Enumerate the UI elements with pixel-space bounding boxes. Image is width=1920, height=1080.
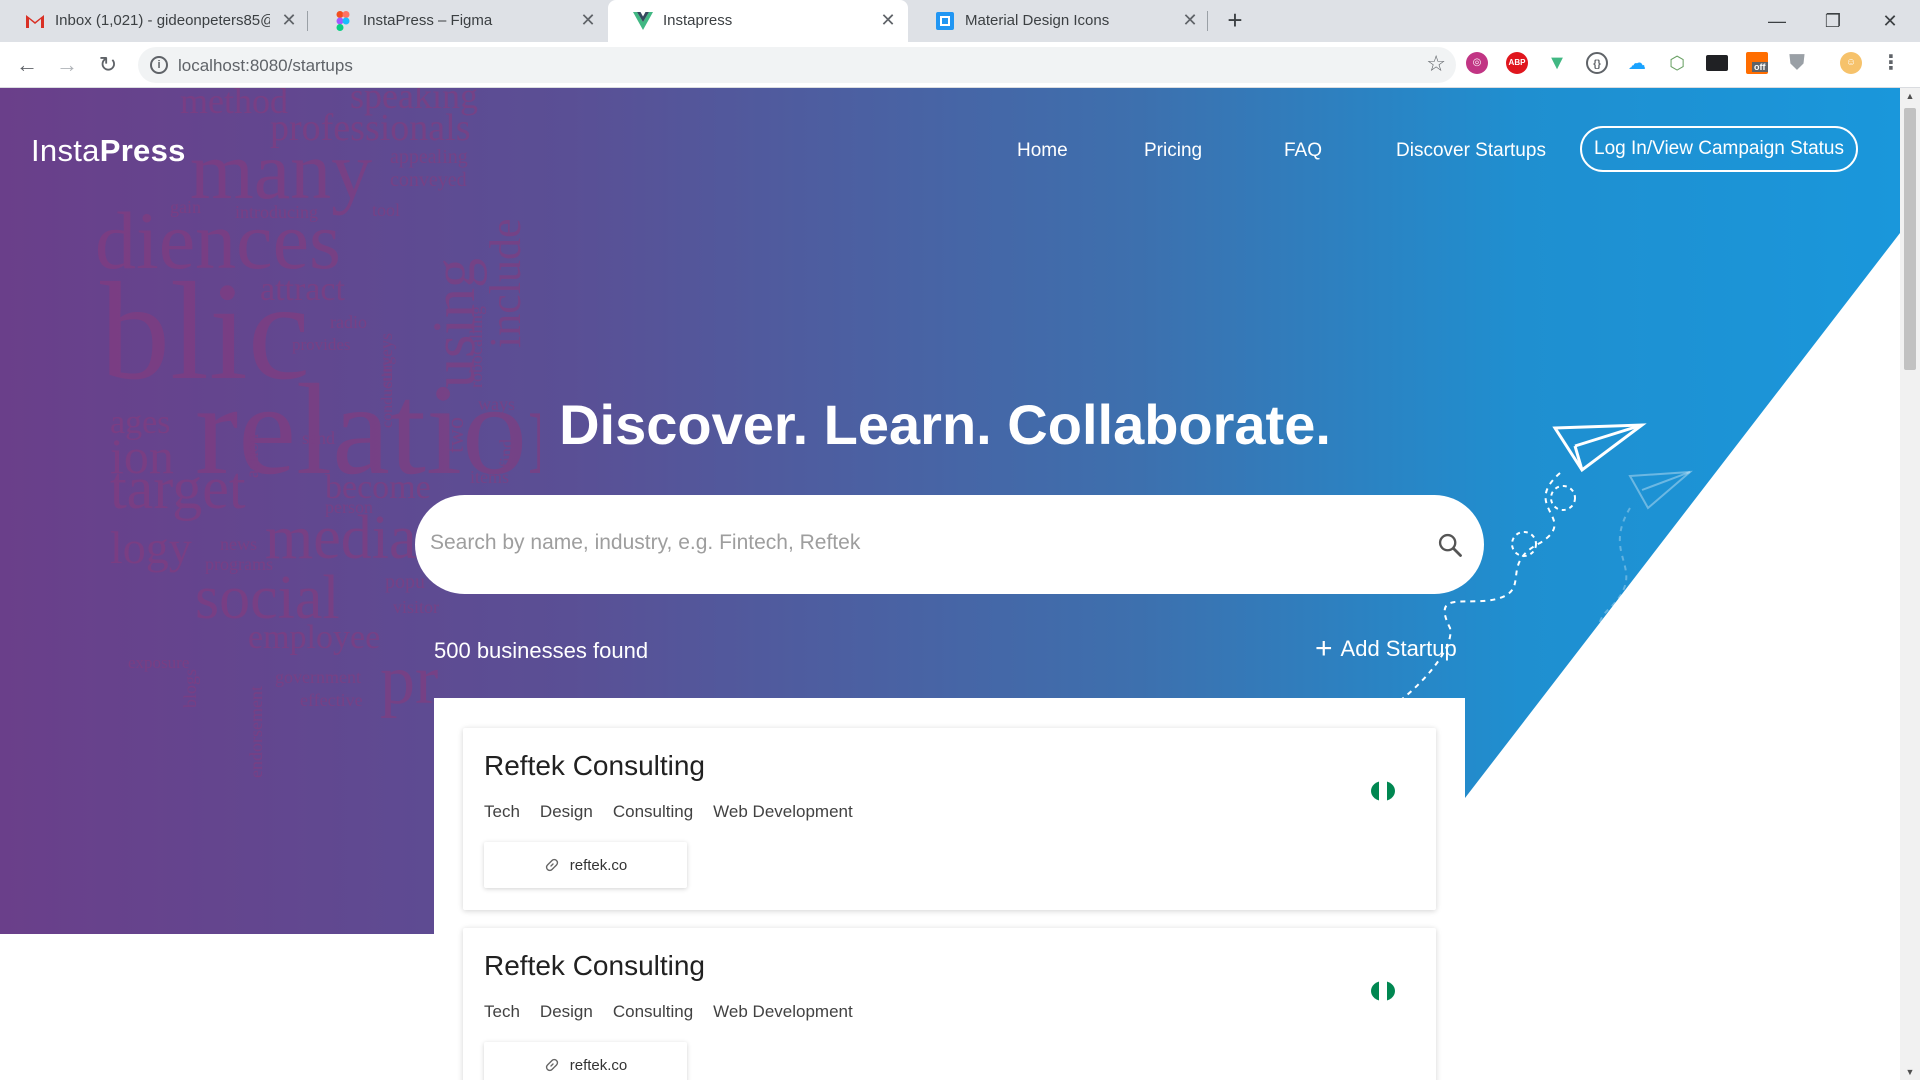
figma-icon bbox=[333, 11, 353, 31]
website-link[interactable]: reftek.co bbox=[484, 842, 687, 888]
tag: Design bbox=[539, 802, 593, 821]
nodejs-icon[interactable]: ⬡ bbox=[1666, 52, 1688, 74]
vue-icon bbox=[633, 11, 653, 31]
startup-tags: Tech Design Consulting Web Development bbox=[484, 1002, 853, 1022]
tab-title: Material Design Icons bbox=[965, 12, 1110, 29]
search-input[interactable] bbox=[430, 523, 1390, 563]
nav-faq[interactable]: FAQ bbox=[1284, 140, 1322, 162]
close-icon[interactable]: ✕ bbox=[578, 10, 598, 30]
adblock-icon[interactable]: ABP bbox=[1506, 52, 1528, 74]
startup-tags: Tech Design Consulting Web Development bbox=[484, 802, 853, 822]
flight-path-loop bbox=[1511, 531, 1537, 557]
startup-name[interactable]: Reftek Consulting bbox=[484, 750, 705, 782]
off-badge-icon[interactable]: off bbox=[1746, 52, 1768, 74]
startup-card[interactable]: Reftek Consulting Tech Design Consulting… bbox=[463, 728, 1436, 910]
minimize-icon[interactable]: — bbox=[1762, 6, 1792, 36]
mdi-icon bbox=[935, 11, 955, 31]
tag: Tech bbox=[484, 802, 520, 821]
scroll-down-icon[interactable]: ▼ bbox=[1900, 1064, 1920, 1080]
paper-plane-faint-icon bbox=[1628, 470, 1693, 510]
nav-pricing[interactable]: Pricing bbox=[1144, 140, 1202, 162]
gmail-icon bbox=[25, 11, 45, 31]
avatar[interactable]: ☺ bbox=[1840, 52, 1862, 74]
bookmark-star-icon[interactable]: ☆ bbox=[1426, 51, 1446, 77]
nav-discover-startups[interactable]: Discover Startups bbox=[1396, 140, 1546, 162]
tag: Consulting bbox=[612, 1002, 694, 1021]
cloud-icon[interactable]: ☁ bbox=[1626, 52, 1648, 74]
tab-instapress[interactable]: Instapress ✕ bbox=[608, 0, 908, 42]
nigeria-flag-icon bbox=[1371, 781, 1395, 801]
menu-dots-icon[interactable]: ⋮ bbox=[1880, 52, 1902, 74]
window-close-icon[interactable]: ✕ bbox=[1875, 6, 1905, 36]
tag: Web Development bbox=[713, 802, 853, 821]
logo-bold-text: Press bbox=[99, 133, 186, 168]
extension-badge: off bbox=[1752, 62, 1768, 72]
tab-figma[interactable]: InstaPress – Figma ✕ bbox=[308, 0, 606, 42]
logo-light-text: Insta bbox=[31, 133, 100, 168]
search-bar bbox=[415, 495, 1484, 594]
nigeria-flag-icon bbox=[1371, 981, 1395, 1001]
browser-tabbar: Inbox (1,021) - gideonpeters85@ ✕ InstaP… bbox=[0, 0, 1920, 42]
tab-divider bbox=[1207, 11, 1208, 31]
website-url: reftek.co bbox=[569, 856, 628, 874]
close-icon[interactable]: ✕ bbox=[1180, 10, 1200, 30]
tab-material-icons[interactable]: Material Design Icons ✕ bbox=[910, 0, 1208, 42]
instapress-logo[interactable]: InstaPress bbox=[31, 133, 186, 169]
maximize-icon[interactable]: ❐ bbox=[1818, 6, 1848, 36]
white-diagonal-shape bbox=[1465, 233, 1900, 934]
website-link[interactable]: reftek.co bbox=[484, 1042, 687, 1080]
hero-headline: Discover. Learn. Collaborate. bbox=[559, 393, 1331, 456]
add-startup-button[interactable]: + Add Startup bbox=[1315, 632, 1457, 665]
page-viewport: speaking method professionals many appea… bbox=[0, 88, 1900, 1080]
search-icon[interactable] bbox=[1436, 531, 1464, 559]
startup-list: Reftek Consulting Tech Design Consulting… bbox=[434, 698, 1465, 1080]
braces-icon[interactable]: {} bbox=[1586, 52, 1608, 74]
results-count: 500 businesses found bbox=[434, 638, 649, 663]
website-url: reftek.co bbox=[569, 1056, 628, 1074]
reload-icon[interactable]: ↻ bbox=[94, 51, 122, 79]
shield-icon[interactable]: ⛊ bbox=[1786, 52, 1808, 74]
info-icon[interactable]: i bbox=[150, 56, 168, 74]
scroll-up-icon[interactable]: ▲ bbox=[1900, 88, 1920, 104]
tag: Tech bbox=[484, 1002, 520, 1021]
address-bar[interactable]: i localhost:8080/startups ☆ bbox=[138, 47, 1456, 83]
tag: Web Development bbox=[713, 1002, 853, 1021]
vue-devtools-icon[interactable]: ▼ bbox=[1546, 52, 1568, 74]
back-icon[interactable]: ← bbox=[13, 51, 41, 79]
startup-card[interactable]: Reftek Consulting Tech Design Consulting… bbox=[463, 928, 1436, 1080]
forward-icon[interactable]: → bbox=[53, 51, 81, 79]
nav-home[interactable]: Home bbox=[1017, 140, 1068, 162]
tag: Design bbox=[539, 1002, 593, 1021]
instagram-icon[interactable]: ◎ bbox=[1466, 52, 1488, 74]
link-icon bbox=[545, 1058, 558, 1072]
startup-name[interactable]: Reftek Consulting bbox=[484, 950, 705, 982]
tab-title: InstaPress – Figma bbox=[363, 12, 493, 29]
close-icon[interactable]: ✕ bbox=[279, 10, 299, 30]
terminal-icon[interactable] bbox=[1706, 55, 1728, 71]
page-scrollbar[interactable]: ▲ ▼ bbox=[1900, 88, 1920, 1080]
scrollbar-thumb[interactable] bbox=[1904, 108, 1916, 370]
tag: Consulting bbox=[612, 802, 694, 821]
url-text: localhost:8080/startups bbox=[178, 56, 353, 75]
add-startup-label: Add Startup bbox=[1340, 636, 1457, 661]
flight-path-loop bbox=[1550, 485, 1576, 511]
tab-gmail[interactable]: Inbox (1,021) - gideonpeters85@ ✕ bbox=[0, 0, 305, 42]
plus-icon: + bbox=[1315, 632, 1333, 665]
close-icon[interactable]: ✕ bbox=[878, 10, 898, 30]
new-tab-button[interactable]: + bbox=[1222, 7, 1248, 34]
login-button[interactable]: Log In/View Campaign Status bbox=[1580, 126, 1858, 172]
tab-title: Instapress bbox=[663, 12, 733, 29]
link-icon bbox=[545, 858, 558, 872]
tab-title: Inbox (1,021) - gideonpeters85@ bbox=[55, 12, 270, 29]
